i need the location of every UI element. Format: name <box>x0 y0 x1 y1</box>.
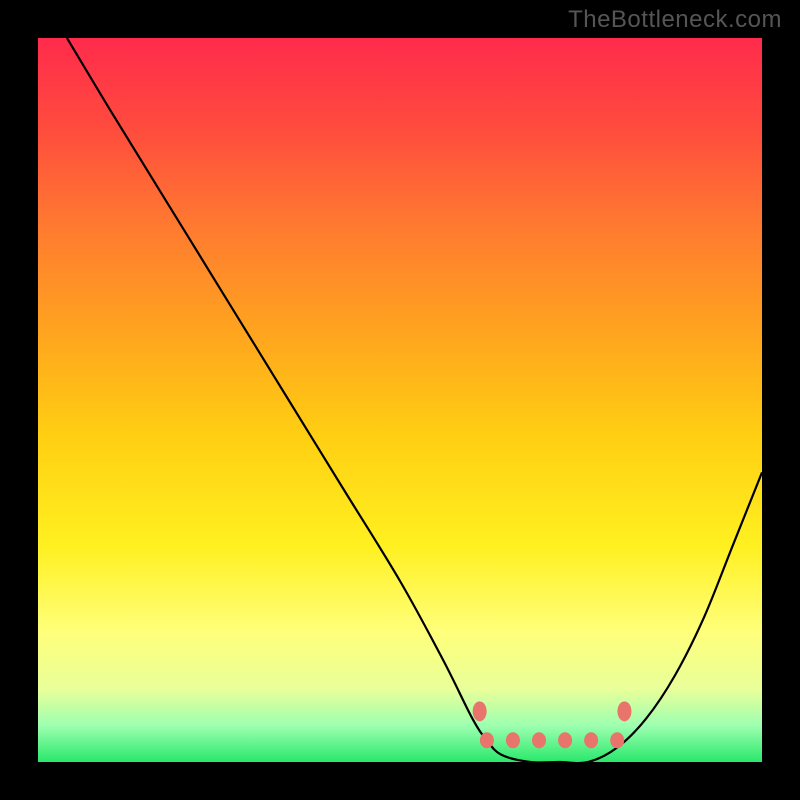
chart-svg <box>38 38 762 762</box>
flat-zone-marker <box>480 732 494 748</box>
chart-frame: TheBottleneck.com <box>0 0 800 800</box>
flat-zone-marker <box>584 732 598 748</box>
flat-zone-marker <box>506 732 520 748</box>
plot-area <box>38 38 762 762</box>
watermark-text: TheBottleneck.com <box>568 6 782 34</box>
flat-zone-marker <box>532 732 546 748</box>
flat-zone-end-marker <box>473 701 487 721</box>
flat-zone-end-marker <box>617 701 631 721</box>
bottleneck-curve <box>67 38 762 762</box>
flat-zone-marker <box>610 732 624 748</box>
flat-zone-markers <box>473 701 632 748</box>
flat-zone-marker <box>558 732 572 748</box>
